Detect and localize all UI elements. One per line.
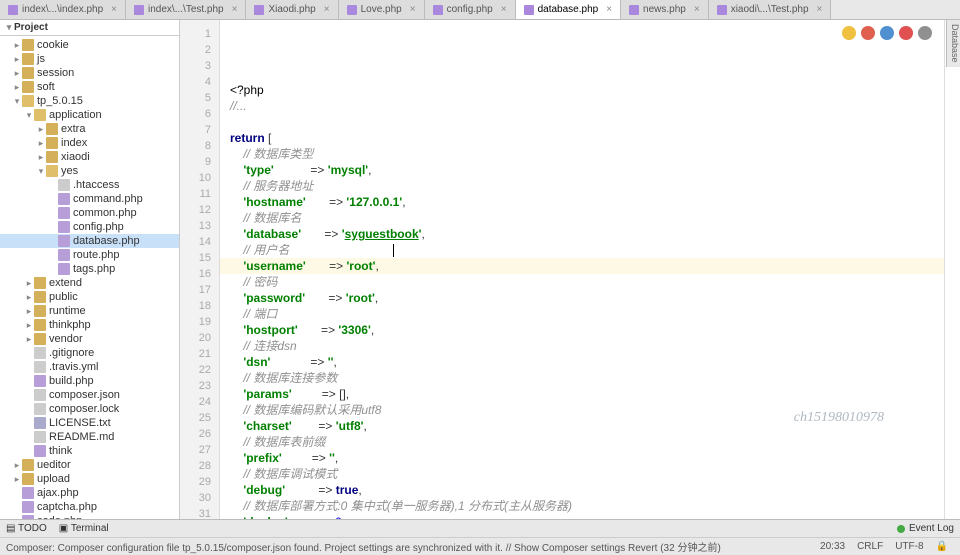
tree-item[interactable]: ▸soft [0,80,179,94]
tree-item[interactable]: .gitignore [0,346,179,360]
project-sidebar: ▾ Project ▸cookie▸js▸session▸soft▾tp_5.0… [0,20,180,519]
tree-item[interactable]: config.php [0,220,179,234]
tree-item[interactable]: captcha.php [0,500,179,514]
code-line[interactable]: 'hostport' => '3306', [220,322,944,338]
tree-item[interactable]: database.php [0,234,179,248]
code-line[interactable]: 'password' => 'root', [220,290,944,306]
project-header[interactable]: ▾ Project [0,20,179,36]
tree-item[interactable]: common.php [0,206,179,220]
code-line[interactable]: 'prefix' => '', [220,450,944,466]
code-line[interactable]: 'params' => [], [220,386,944,402]
tree-item[interactable]: ▸extend [0,276,179,290]
tree-item[interactable]: ▾yes [0,164,179,178]
tree-item[interactable]: ▾application [0,108,179,122]
status-message: Composer: Composer configuration file tp… [6,539,721,554]
event-log-tab[interactable]: Event Log [897,523,954,534]
tree-item[interactable]: ▸index [0,136,179,150]
project-label: Project [14,22,48,33]
browser-icon[interactable] [918,26,932,40]
browser-icon[interactable] [899,26,913,40]
browser-icon[interactable] [842,26,856,40]
code-line[interactable]: // 连接dsn [220,338,944,354]
tree-item[interactable]: .htaccess [0,178,179,192]
status-bar: Composer: Composer configuration file tp… [0,537,960,555]
code-line[interactable]: // 端口 [220,306,944,322]
tree-item[interactable]: build.php [0,374,179,388]
bottom-toolbar: ▤ TODO ▣ Terminal Event Log [0,519,960,537]
tree-item[interactable]: command.php [0,192,179,206]
todo-tab[interactable]: ▤ TODO [6,523,47,534]
code-line[interactable]: // 数据库类型 [220,146,944,162]
line-sep[interactable]: CRLF [851,541,889,552]
editor-tabs: index\...\index.php×index\...\Test.php×X… [0,0,960,20]
tree-item[interactable]: composer.lock [0,402,179,416]
tree-item[interactable]: ▸session [0,66,179,80]
code-line[interactable]: //... [220,98,944,114]
tree-item[interactable]: ▸js [0,52,179,66]
file-tree: ▸cookie▸js▸session▸soft▾tp_5.0.15▾applic… [0,36,179,519]
code-area[interactable]: ch15198010978 <?php//...return [ // 数据库类… [220,20,944,519]
database-tool-tab[interactable]: Database [946,20,960,67]
code-line[interactable]: <?php [220,82,944,98]
code-line[interactable]: 'username' => 'root', [220,258,944,274]
tree-item[interactable]: LICENSE.txt [0,416,179,430]
code-line[interactable]: 'hostname' => '127.0.0.1', [220,194,944,210]
tree-item[interactable]: ▸extra [0,122,179,136]
code-line[interactable]: 'database' => 'syguestbook', [220,226,944,242]
tree-item[interactable]: README.md [0,430,179,444]
lock-icon[interactable]: 🔒 [930,541,954,552]
code-line[interactable]: // 数据库名 [220,210,944,226]
tree-item[interactable]: ▸thinkphp [0,318,179,332]
tree-item[interactable]: ▸public [0,290,179,304]
right-gutter [944,20,960,519]
tree-item[interactable]: tags.php [0,262,179,276]
tree-item[interactable]: ▸cookie [0,38,179,52]
tree-item[interactable]: composer.json [0,388,179,402]
code-line[interactable]: // 数据库连接参数 [220,370,944,386]
editor-tab[interactable]: index\...\Test.php× [126,0,246,19]
code-line[interactable]: 'debug' => true, [220,482,944,498]
code-line[interactable]: 'type' => 'mysql', [220,162,944,178]
terminal-tab[interactable]: ▣ Terminal [59,523,109,534]
code-line[interactable]: // 用户名 [220,242,944,258]
code-line[interactable]: 'charset' => 'utf8', [220,418,944,434]
tree-item[interactable]: ▸ueditor [0,458,179,472]
tree-item[interactable]: route.php [0,248,179,262]
line-gutter: 1234567891011121314151617181920212223242… [180,20,220,519]
editor-tab[interactable]: index\...\index.php× [0,0,126,19]
editor-tab[interactable]: Love.php× [339,0,425,19]
code-line[interactable]: 'deploy' => 0, [220,514,944,519]
browser-icon[interactable] [861,26,875,40]
browser-icon[interactable] [880,26,894,40]
editor-tab[interactable]: xiaodi\...\Test.php× [709,0,832,19]
code-line[interactable]: // 数据库表前缀 [220,434,944,450]
tree-item[interactable]: think [0,444,179,458]
code-line[interactable]: // 数据库调试模式 [220,466,944,482]
code-line[interactable]: // 密码 [220,274,944,290]
caret-position[interactable]: 20:33 [814,541,851,552]
tree-item[interactable]: ▸vendor [0,332,179,346]
code-line[interactable]: 'dsn' => '', [220,354,944,370]
code-line[interactable]: // 服务器地址 [220,178,944,194]
inspections-widget[interactable] [842,26,932,40]
editor: 1234567891011121314151617181920212223242… [180,20,960,519]
tree-item[interactable]: ▸xiaodi [0,150,179,164]
tree-item[interactable]: .travis.yml [0,360,179,374]
code-line[interactable]: // 数据库编码默认采用utf8 [220,402,944,418]
code-line[interactable]: // 数据库部署方式:0 集中式(单一服务器),1 分布式(主从服务器) [220,498,944,514]
code-line[interactable]: return [ [220,130,944,146]
code-line[interactable] [220,114,944,130]
editor-tab[interactable]: Xiaodi.php× [246,0,338,19]
editor-tab[interactable]: config.php× [425,0,516,19]
editor-tab[interactable]: database.php× [516,0,621,19]
tree-item[interactable]: ▸runtime [0,304,179,318]
tree-item[interactable]: ▾tp_5.0.15 [0,94,179,108]
tree-item[interactable]: ajax.php [0,486,179,500]
encoding[interactable]: UTF-8 [889,541,929,552]
tree-item[interactable]: ▸upload [0,472,179,486]
editor-tab[interactable]: news.php× [621,0,709,19]
